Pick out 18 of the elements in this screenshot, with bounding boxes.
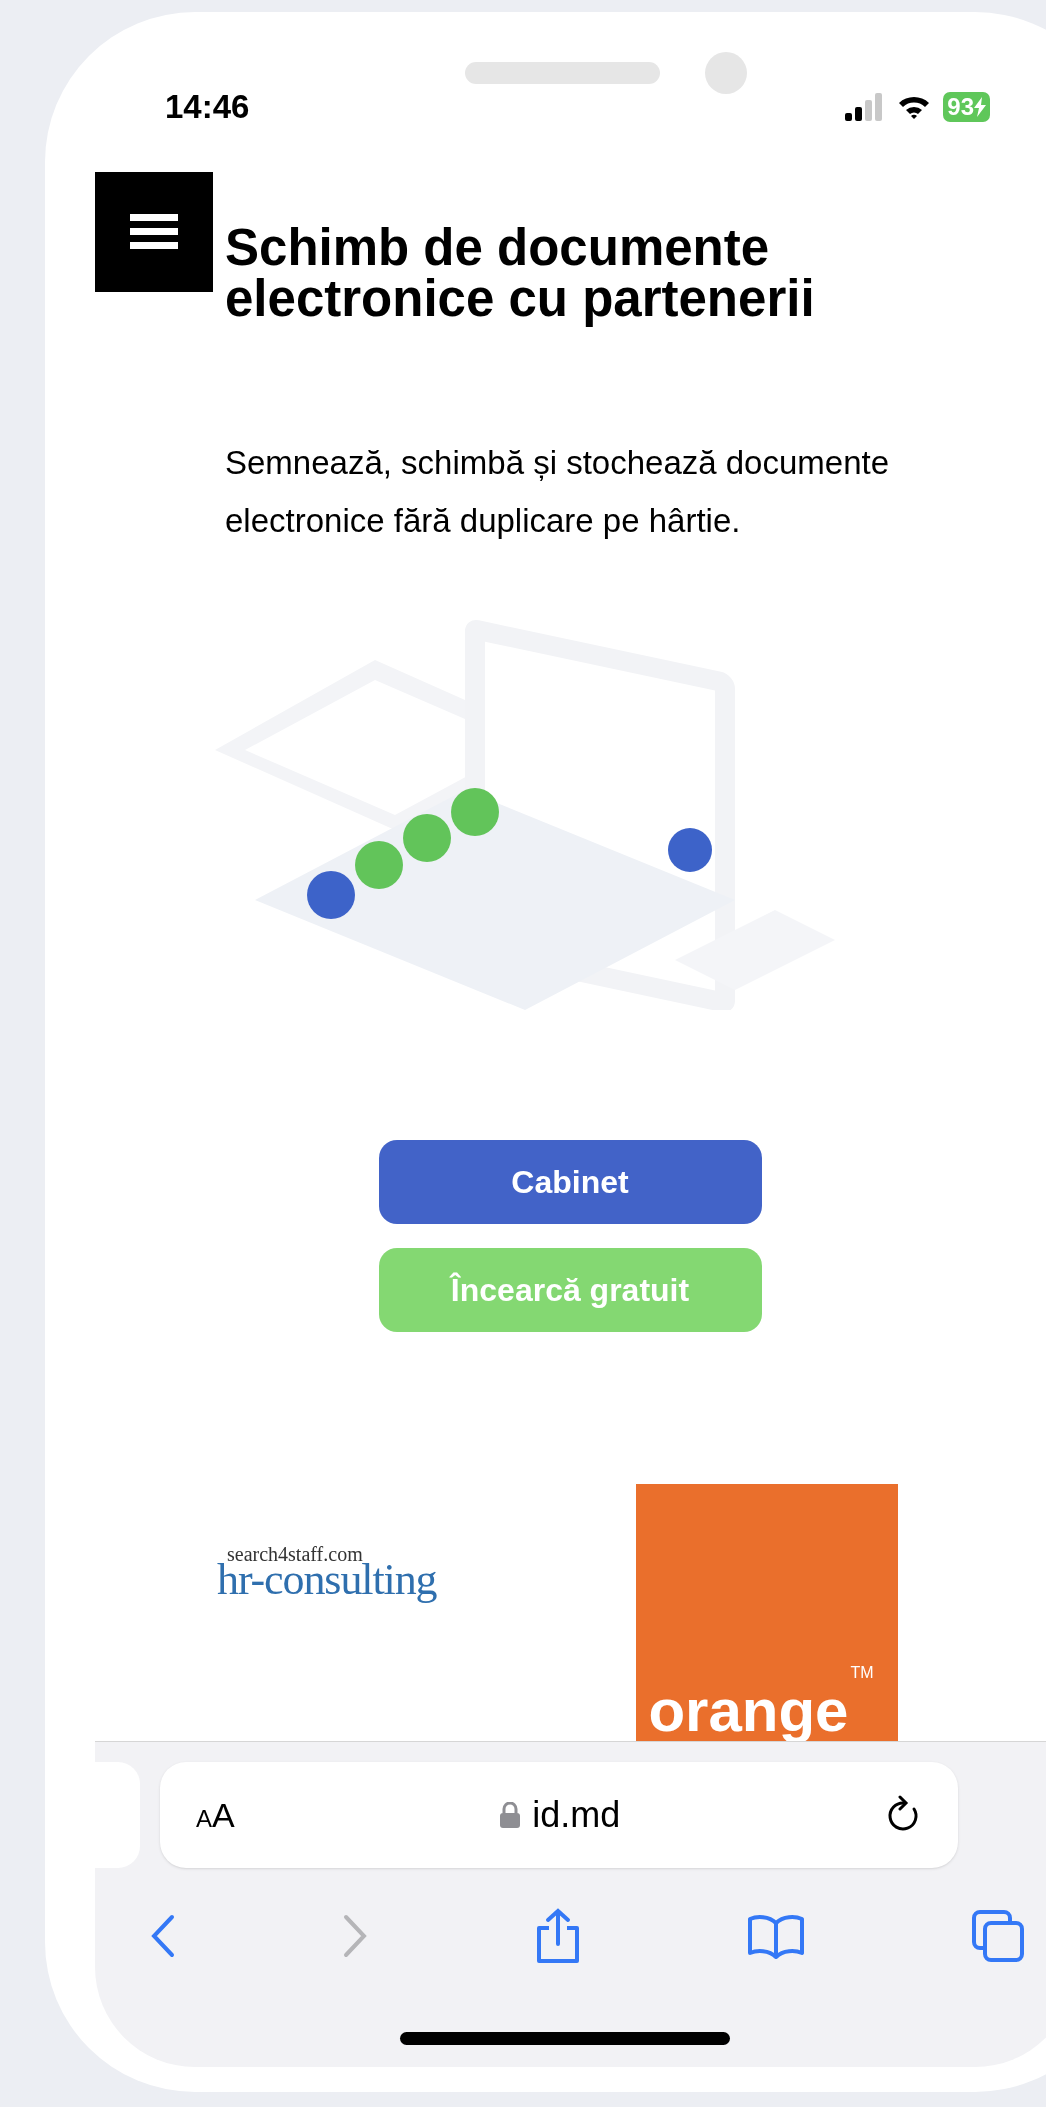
bookmarks-icon[interactable] [746,1913,805,1959]
back-icon[interactable] [150,1914,176,1958]
trademark-mark: TM [850,1663,874,1683]
lock-icon [500,1802,521,1828]
battery-level: 93 [947,95,974,119]
share-icon[interactable] [534,1908,581,1964]
page-description: Semnează, schimbă și stochează documente electronice fără duplicare pe hârtie. [225,443,891,541]
address-bar[interactable]: AA id.md [160,1762,958,1868]
status-time: 14:46 [165,87,250,128]
url-text: id.md [532,1793,621,1837]
logo-wordmark: orange [648,1681,849,1741]
menu-icon [130,214,178,250]
tabs-icon[interactable] [971,1909,1025,1963]
wifi-icon [897,94,932,120]
text-size-button[interactable]: AA [196,1789,235,1841]
menu-button[interactable] [95,172,213,292]
charging-icon [974,97,986,117]
action-button[interactable]: Cabinet [378,1140,762,1224]
